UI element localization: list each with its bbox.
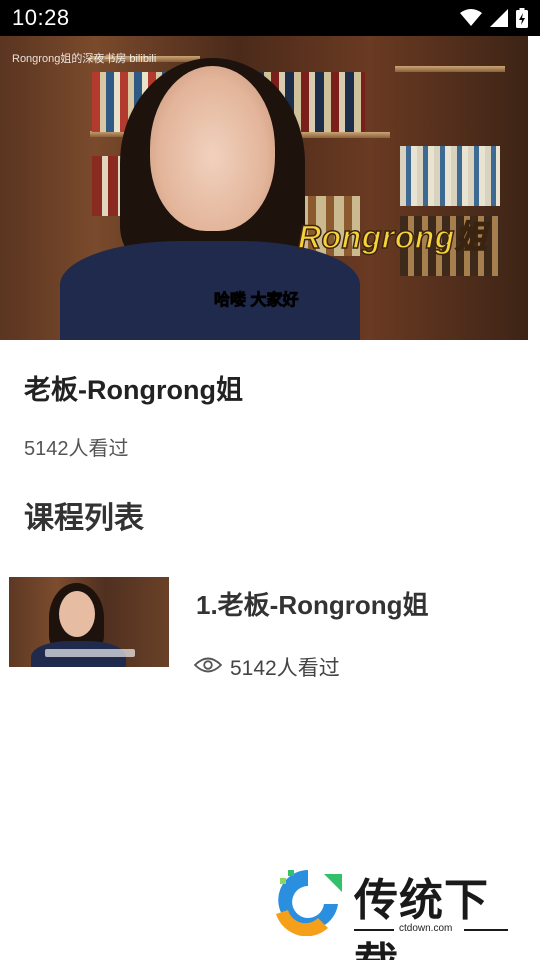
video-player[interactable]: Rongrong姐的深夜书房 bilibili Rongrong姐 哈喽 大家好	[0, 36, 528, 340]
eye-icon	[193, 656, 223, 679]
site-logo-name: 传统下载	[354, 875, 489, 960]
status-time: 10:28	[12, 5, 70, 30]
status-bar: 10:28	[0, 0, 540, 36]
course-view-count: 5142人看过	[24, 438, 129, 460]
status-icons	[460, 8, 528, 33]
video-watermark: Rongrong姐的深夜书房 bilibili	[12, 53, 157, 65]
presenter-face	[150, 66, 275, 231]
wifi-icon	[460, 9, 482, 32]
lesson-title[interactable]: 1.老板-Rongrong姐	[196, 585, 429, 622]
lesson-list-item[interactable]: 1.老板-Rongrong姐 5142人看过	[0, 570, 540, 680]
section-title: 课程列表	[24, 502, 144, 535]
site-watermark-logo: 传统下载 ctdown.com	[268, 862, 518, 960]
video-caption: Rongrong姐	[297, 218, 488, 256]
lesson-view-count: 5142人看过	[230, 657, 340, 680]
lesson-views: 5142人看过	[193, 652, 340, 682]
cellular-signal-icon	[490, 9, 508, 32]
course-title: 老板-Rongrong姐	[24, 375, 243, 405]
battery-charging-icon	[516, 8, 528, 33]
site-logo-icon	[268, 864, 346, 941]
video-subtitle: 哈喽 大家好	[214, 292, 299, 310]
site-logo-domain: ctdown.com	[399, 923, 453, 934]
lesson-thumbnail[interactable]	[9, 577, 169, 667]
